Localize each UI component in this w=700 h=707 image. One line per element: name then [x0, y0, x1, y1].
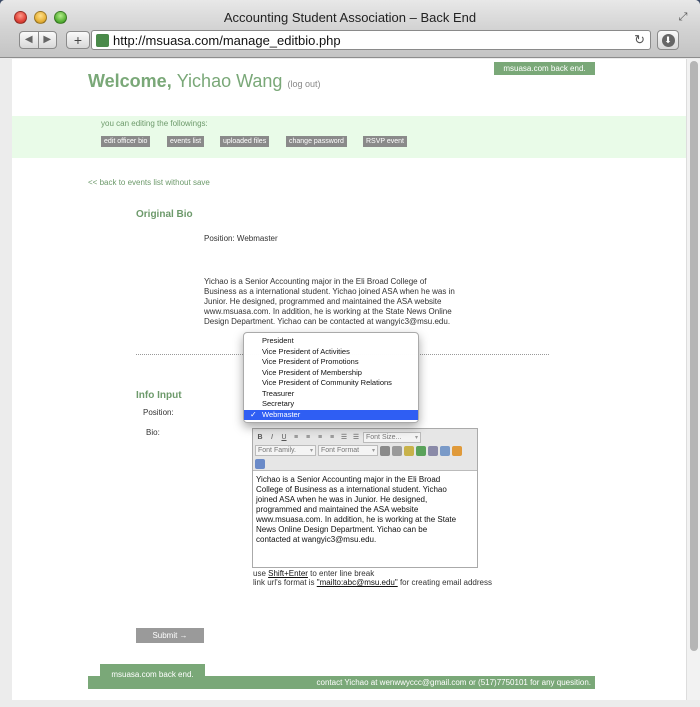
- menu-caption: you can editing the followings:: [101, 119, 208, 128]
- paste-icon[interactable]: [392, 445, 402, 456]
- menu-uploaded-files[interactable]: uploaded files: [220, 136, 270, 147]
- vertical-scrollbar[interactable]: [686, 59, 700, 700]
- menu-band: you can editing the followings: edit off…: [12, 116, 686, 158]
- menu-events-list[interactable]: events list: [167, 136, 205, 147]
- download-icon: ⬇: [661, 34, 675, 47]
- title-bar: Accounting Student Association – Back En…: [0, 0, 700, 58]
- color-picker-icon[interactable]: [452, 445, 462, 456]
- html-icon[interactable]: [440, 445, 450, 456]
- position-option[interactable]: Vice President of Membership: [244, 368, 418, 379]
- footer-tab: msuasa.com back end.: [100, 664, 205, 686]
- bullet-list-icon[interactable]: ☰: [339, 433, 349, 443]
- bio-line: www.msuasa.com. In addition, he is worki…: [256, 515, 457, 524]
- source-icon[interactable]: [255, 458, 265, 469]
- welcome-word: Welcome,: [88, 71, 172, 91]
- bio-line: College of Business as a international s…: [256, 485, 447, 494]
- font-format-select[interactable]: Font Format: [318, 445, 378, 456]
- site-favicon-icon: [96, 34, 109, 47]
- position-option[interactable]: Treasurer: [244, 389, 418, 400]
- reload-icon[interactable]: ↻: [634, 32, 645, 48]
- bio-label: Bio:: [146, 428, 160, 437]
- hint-text: for creating email address: [397, 578, 492, 587]
- back-arrow-icon[interactable]: ◀: [20, 32, 39, 48]
- footer-contact: contact Yichao at wenwwyccc@gmail.com or…: [316, 678, 591, 687]
- original-bio-line: Yichao is a Senior Accounting major in t…: [204, 277, 427, 286]
- image-icon[interactable]: [416, 445, 426, 456]
- font-family-select[interactable]: Font Family.: [255, 445, 316, 456]
- position-dropdown[interactable]: President Vice President of Activities V…: [243, 332, 419, 423]
- position-option[interactable]: Vice President of Community Relations: [244, 378, 418, 389]
- forward-arrow-icon[interactable]: ▶: [39, 32, 57, 48]
- back-forward-buttons[interactable]: ◀ ▶: [19, 31, 57, 49]
- selected-option-label: Webmaster: [262, 409, 301, 419]
- menu-rsvp-event[interactable]: RSVP event: [363, 136, 408, 147]
- menu-edit-officer-bio[interactable]: edit officer bio: [101, 136, 151, 147]
- hint-text: to enter line break: [307, 569, 375, 578]
- info-input-title: Info Input: [136, 390, 182, 401]
- window-title: Accounting Student Association – Back En…: [223, 10, 477, 25]
- submit-button[interactable]: Submit →: [136, 628, 204, 643]
- welcome-heading: Welcome, Yichao Wang (log out): [88, 71, 321, 92]
- bio-editor[interactable]: B I U ≡ ≡ ≡ ≡ ☰ ☰ Font Size... Font Fami…: [252, 428, 478, 568]
- email-link-hint: link url's format is "mailto:abc@msu.edu…: [253, 578, 492, 587]
- bold-icon[interactable]: B: [255, 433, 265, 443]
- align-right-icon[interactable]: ≡: [315, 433, 325, 443]
- hint-key: Shift+Enter: [268, 569, 308, 578]
- position-option[interactable]: Vice President of Activities: [244, 347, 418, 358]
- original-bio-line: www.msuasa.com. In addition, he is worki…: [204, 307, 452, 316]
- user-name: Yichao Wang: [176, 71, 283, 91]
- toolbar-row-1: B I U ≡ ≡ ≡ ≡ ☰ ☰ Font Size...: [255, 431, 421, 444]
- italic-icon[interactable]: I: [267, 433, 277, 443]
- position-option[interactable]: President: [244, 336, 418, 347]
- editor-toolbar: B I U ≡ ≡ ≡ ≡ ☰ ☰ Font Size... Font Fami…: [253, 429, 477, 471]
- bio-line: programmed and maintained the ASA websit…: [256, 505, 419, 514]
- align-justify-icon[interactable]: ≡: [327, 433, 337, 443]
- original-bio-line: Business as a international student. Yic…: [204, 287, 455, 296]
- align-left-icon[interactable]: ≡: [291, 433, 301, 443]
- unlink-icon[interactable]: [428, 445, 438, 456]
- address-bar[interactable]: http://msuasa.com/manage_editbio.php ↻: [91, 30, 651, 50]
- hint-code: "mailto:abc@msu.edu": [316, 578, 398, 587]
- scrollbar-thumb[interactable]: [690, 61, 698, 651]
- fullscreen-icon[interactable]: ⤢: [676, 10, 690, 24]
- logout-link[interactable]: (log out): [287, 79, 320, 89]
- position-option[interactable]: Vice President of Promotions: [244, 357, 418, 368]
- original-bio-text: Yichao is a Senior Accounting major in t…: [204, 277, 524, 327]
- original-bio-line: Design Department. Yichao can be contact…: [204, 317, 451, 326]
- add-bookmark-button[interactable]: +: [66, 31, 90, 49]
- backend-header-tab: msuasa.com back end.: [494, 62, 595, 75]
- bio-line: joined ASA when he was in Junior. He des…: [256, 495, 428, 504]
- position-label: Position:: [143, 408, 174, 417]
- align-center-icon[interactable]: ≡: [303, 433, 313, 443]
- downloads-button[interactable]: ⬇: [657, 30, 679, 50]
- hint-text: use: [253, 569, 269, 578]
- original-bio-title: Original Bio: [136, 209, 193, 220]
- url-text[interactable]: http://msuasa.com/manage_editbio.php: [113, 33, 341, 48]
- toolbar-row-3: [255, 457, 265, 470]
- link-icon[interactable]: [404, 445, 414, 456]
- numbered-list-icon[interactable]: ☰: [351, 433, 361, 443]
- position-option-selected[interactable]: ✓ Webmaster: [244, 409, 418, 420]
- underline-icon[interactable]: U: [279, 433, 289, 443]
- copy-icon[interactable]: [380, 445, 390, 456]
- position-option[interactable]: Secretary: [244, 399, 418, 410]
- toolbar-row-2: Font Family. Font Format: [255, 444, 462, 457]
- browser-window: Accounting Student Association – Back En…: [0, 0, 700, 707]
- menu-change-password[interactable]: change password: [286, 136, 347, 147]
- bio-line: Yichao is a Senior Accounting major in t…: [256, 475, 441, 484]
- original-bio-line: Junior. He designed, programmed and main…: [204, 297, 442, 306]
- bio-textarea[interactable]: Yichao is a Senior Accounting major in t…: [256, 475, 474, 545]
- checkmark-icon: ✓: [250, 409, 257, 419]
- font-size-select[interactable]: Font Size...: [363, 432, 421, 443]
- back-to-events-link[interactable]: << back to events list without save: [88, 178, 210, 187]
- hint-text: link url's format is: [253, 578, 317, 587]
- line-break-hint: use Shift+Enter to enter line break: [253, 569, 374, 578]
- original-position: Position: Webmaster: [204, 234, 278, 243]
- bio-line: News Online Design Department. Yichao ca…: [256, 525, 428, 534]
- page-content: msuasa.com back end. Welcome, Yichao Wan…: [12, 59, 686, 700]
- bio-line: contacted at wangyic3@msu.edu.: [256, 535, 377, 544]
